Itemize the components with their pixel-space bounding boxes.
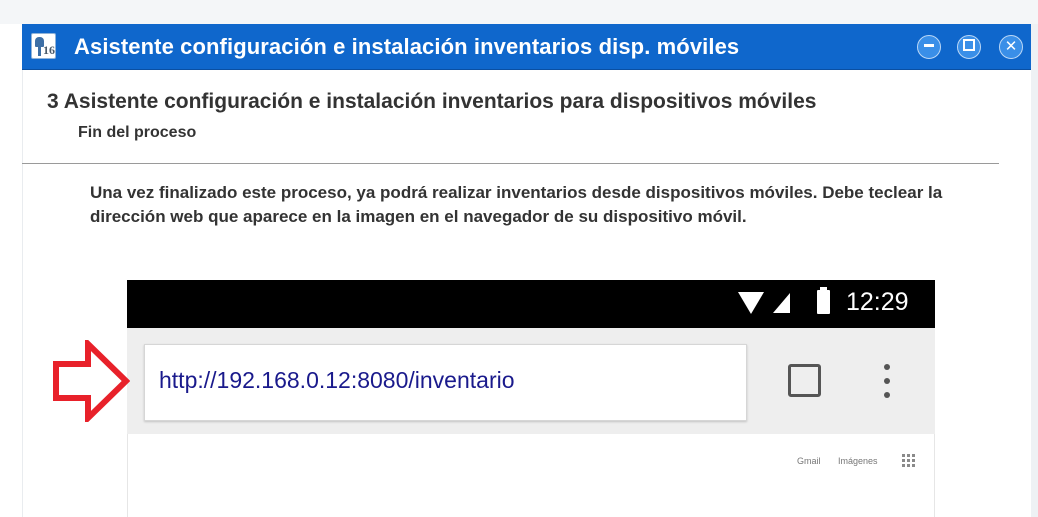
images-link: Imágenes <box>838 456 878 466</box>
close-icon: ✕ <box>1004 37 1018 55</box>
minimize-button[interactable] <box>917 35 941 59</box>
arrow-shape <box>53 340 130 422</box>
browser-toolbar: http://192.168.0.12:8080/inventario <box>127 328 935 434</box>
battery-icon <box>817 287 830 314</box>
url-text: http://192.168.0.12:8080/inventario <box>159 367 515 393</box>
overflow-menu-icon <box>884 364 890 400</box>
gmail-link: Gmail <box>797 456 821 466</box>
tabs-icon <box>788 364 821 397</box>
phone-status-bar: 12:29 <box>127 280 935 328</box>
maximize-icon <box>963 39 975 51</box>
outer-background-left <box>0 24 23 517</box>
app-icon-number: 16 <box>43 43 55 57</box>
outer-background-top <box>0 0 1038 24</box>
minimize-icon <box>924 44 934 47</box>
step-subtitle: Fin del proceso <box>78 124 197 141</box>
close-button[interactable]: ✕ <box>999 35 1023 59</box>
window-titlebar[interactable]: 16 Asistente configuración e instalación… <box>22 24 1031 70</box>
window-title: Asistente configuración e instalación in… <box>74 34 740 59</box>
app-icon: 16 <box>31 33 56 59</box>
outer-background-right <box>1031 24 1038 517</box>
status-time: 12:29 <box>846 288 909 316</box>
description-text: Una vez finalizado este proceso, ya podr… <box>90 183 943 226</box>
pin-stem-shape <box>38 46 41 56</box>
step-title: 3 Asistente configuración e instalación … <box>47 90 817 113</box>
arrow-right-icon <box>53 340 130 422</box>
signal-icon <box>773 293 790 313</box>
header-divider <box>22 163 999 164</box>
phone-screenshot: 12:29 http://192.168.0.12:8080/inventari… <box>127 280 935 517</box>
wifi-icon <box>738 292 764 314</box>
apps-grid-icon <box>902 454 916 468</box>
browser-page: Gmail Imágenes <box>127 434 935 517</box>
url-bar: http://192.168.0.12:8080/inventario <box>144 344 747 421</box>
maximize-button[interactable] <box>957 35 981 59</box>
